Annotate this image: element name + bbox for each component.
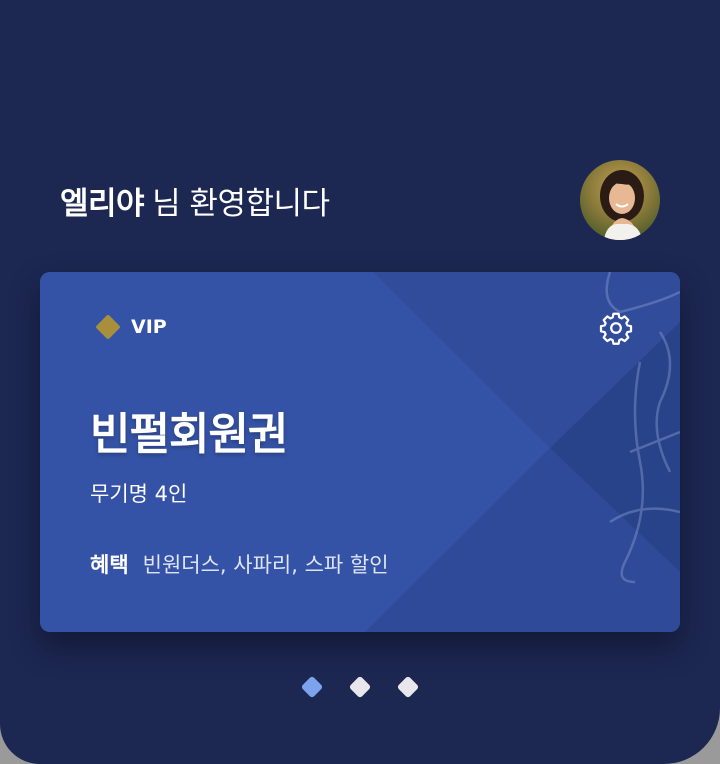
welcome-message: 님 환영합니다 (152, 186, 330, 222)
page-dot-3[interactable] (396, 675, 420, 699)
card-title: 빈펄회원권 (90, 409, 288, 460)
avatar[interactable] (580, 160, 660, 240)
membership-card[interactable]: VIP 빈펄회원권 무기명 4인 혜택 빈원더스, 사파리, 스파 할인 (40, 272, 680, 632)
benefit-label: 혜택 (90, 553, 129, 577)
avatar-photo (580, 160, 660, 240)
user-name: 엘리야 (60, 186, 145, 222)
tier-badge: VIP (95, 314, 167, 340)
page-dot-1[interactable] (300, 675, 324, 699)
diamond-icon (95, 314, 121, 340)
welcome-greeting: 엘리야 님 환영합니다 (60, 178, 330, 223)
page-dot-2[interactable] (348, 675, 372, 699)
app-screen: 엘리야 님 환영합니다 VIP 빈펄회원권 무기명 4인 혜택 빈원더스, 사파… (0, 0, 720, 764)
tier-label: VIP (131, 316, 167, 338)
pagination-dots (0, 675, 720, 699)
benefit-value: 빈원더스, 사파리, 스파 할인 (142, 553, 389, 577)
benefit-row: 혜택 빈원더스, 사파리, 스파 할인 (90, 549, 389, 579)
settings-button[interactable] (598, 310, 634, 346)
card-subtitle: 무기명 4인 (90, 482, 188, 506)
gear-icon (599, 312, 633, 345)
